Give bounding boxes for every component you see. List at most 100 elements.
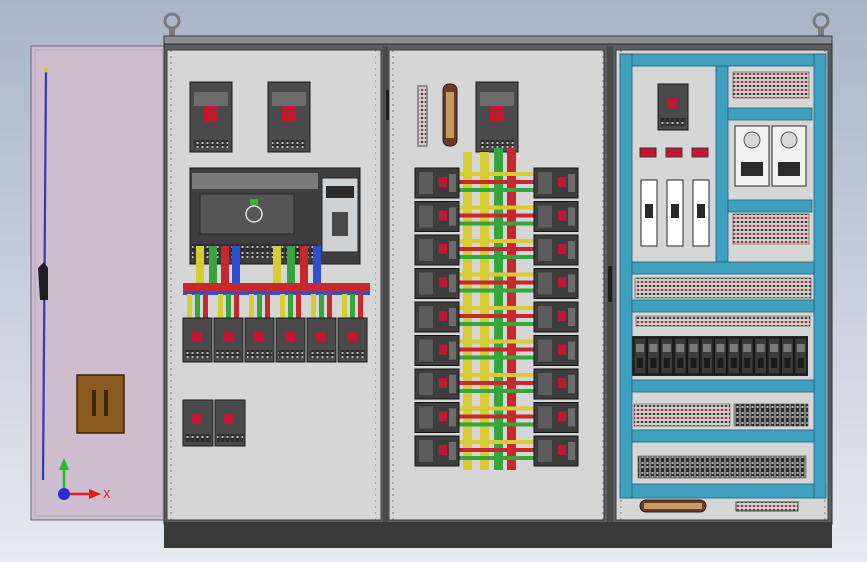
lifting-eye-left <box>163 12 181 36</box>
tap-bar <box>456 456 536 460</box>
relay-module[interactable] <box>660 337 674 375</box>
bottom-terminal-strip[interactable] <box>735 501 799 512</box>
middle-main-breaker[interactable] <box>475 81 519 153</box>
power-supply-1[interactable] <box>734 125 770 187</box>
tap-bar <box>456 239 536 243</box>
incoming-bus-link[interactable] <box>442 83 458 147</box>
tap-bar <box>456 422 536 427</box>
control-breaker[interactable] <box>657 83 689 131</box>
cad-viewport[interactable]: X <box>0 0 867 562</box>
terminal-row[interactable] <box>733 403 809 427</box>
tap-bar <box>456 213 536 218</box>
feeder-breaker-left-3[interactable] <box>414 234 460 266</box>
feeder-breaker-left-2[interactable] <box>414 201 460 232</box>
feeder-breaker-3[interactable] <box>244 317 275 363</box>
feeder-breaker-5[interactable] <box>306 317 337 363</box>
feeder-breaker-6[interactable] <box>337 317 368 363</box>
cable-duct <box>813 53 827 499</box>
feeder-breaker-left-5[interactable] <box>414 301 460 333</box>
relay-module[interactable] <box>767 337 781 375</box>
feeder-breaker-4[interactable] <box>275 317 306 363</box>
fuse-holder-2[interactable] <box>666 179 684 247</box>
terminal-row[interactable] <box>732 213 810 245</box>
left-bay-perforated-rail-left <box>167 50 173 520</box>
feeder-breaker-right-5[interactable] <box>533 301 579 333</box>
right-bay <box>607 46 829 522</box>
relay-module[interactable] <box>754 337 768 375</box>
busbar-yellow-b <box>480 152 489 470</box>
terminal-row[interactable] <box>633 403 731 427</box>
cable-duct <box>631 299 815 313</box>
relay-module[interactable] <box>673 337 687 375</box>
relay-module[interactable] <box>780 337 794 375</box>
feeder-riser <box>265 294 270 318</box>
tap-bar <box>456 448 536 452</box>
spare-breaker-1[interactable] <box>182 399 214 447</box>
feeder-riser <box>218 294 223 318</box>
relay-module[interactable] <box>700 337 714 375</box>
relay-module[interactable] <box>713 337 727 375</box>
feeder-breaker-left-1[interactable] <box>414 167 460 199</box>
tap-bar <box>456 355 536 360</box>
cable-duct <box>631 429 815 443</box>
relay-module[interactable] <box>646 337 660 375</box>
cable-duct <box>631 261 815 275</box>
feeder-breaker-right-3[interactable] <box>533 234 579 266</box>
feeder-breaker-right-2[interactable] <box>533 201 579 232</box>
tap-bar <box>456 255 536 259</box>
bus-lead <box>313 246 321 284</box>
middle-bay-hinge <box>386 90 389 120</box>
feeder-breaker-left-8[interactable] <box>414 402 460 433</box>
middle-bay-perforated-rail-right <box>598 50 604 520</box>
fuse-holder-3[interactable] <box>692 179 710 247</box>
tap-bar <box>456 172 536 176</box>
relay-module[interactable] <box>633 337 647 375</box>
feeder-breaker-left-6[interactable] <box>414 335 460 366</box>
feeder-breaker-right-1[interactable] <box>533 167 579 199</box>
bottom-gland-plate[interactable] <box>639 499 707 513</box>
feeder-breaker-left-7[interactable] <box>414 368 460 400</box>
power-supply-2[interactable] <box>771 125 807 187</box>
feeder-breaker-left-4[interactable] <box>414 268 460 299</box>
feeder-breaker-1[interactable] <box>182 317 213 363</box>
bus-lead <box>196 246 204 284</box>
relay-module[interactable] <box>740 337 754 375</box>
bus-lead <box>287 246 295 284</box>
relay-module[interactable] <box>727 337 741 375</box>
main-breaker-2[interactable] <box>267 81 311 153</box>
feeder-breaker-right-7[interactable] <box>533 368 579 400</box>
terminal-row[interactable] <box>732 71 810 99</box>
relay-module[interactable] <box>794 337 808 375</box>
tap-bar <box>456 381 536 385</box>
surge-terminal-strip[interactable] <box>417 85 428 147</box>
terminal-row[interactable] <box>634 277 812 299</box>
cable-duct <box>619 53 633 499</box>
terminal-row[interactable] <box>637 455 807 479</box>
triad-x-label: X <box>103 488 111 501</box>
tap-bar <box>456 205 536 210</box>
feeder-breaker-2[interactable] <box>213 317 244 363</box>
middle-bay <box>383 46 605 522</box>
fuse-holder-1[interactable] <box>640 179 658 247</box>
document-pocket-slot-b <box>104 390 108 416</box>
door-seal-cap <box>43 67 49 73</box>
left-bay <box>166 49 382 521</box>
feeder-breaker-left-9[interactable] <box>414 435 460 467</box>
terminal-row[interactable] <box>635 315 811 327</box>
bus-lead <box>221 246 229 284</box>
open-door[interactable] <box>30 45 167 521</box>
document-pocket[interactable] <box>76 374 125 434</box>
left-bay-perforated-rail-right <box>375 50 381 520</box>
cable-duct <box>715 65 729 267</box>
feeder-breaker-right-8[interactable] <box>533 402 579 433</box>
tap-bar <box>456 280 536 285</box>
feeder-breaker-right-9[interactable] <box>533 435 579 467</box>
feeder-breaker-right-6[interactable] <box>533 335 579 366</box>
main-breaker-1[interactable] <box>189 81 233 153</box>
spare-breaker-2[interactable] <box>214 399 246 447</box>
relay-module[interactable] <box>687 337 701 375</box>
tap-bar <box>456 314 536 318</box>
busbar-yellow-a <box>463 152 472 470</box>
door-panel <box>30 45 167 521</box>
feeder-breaker-right-4[interactable] <box>533 268 579 299</box>
